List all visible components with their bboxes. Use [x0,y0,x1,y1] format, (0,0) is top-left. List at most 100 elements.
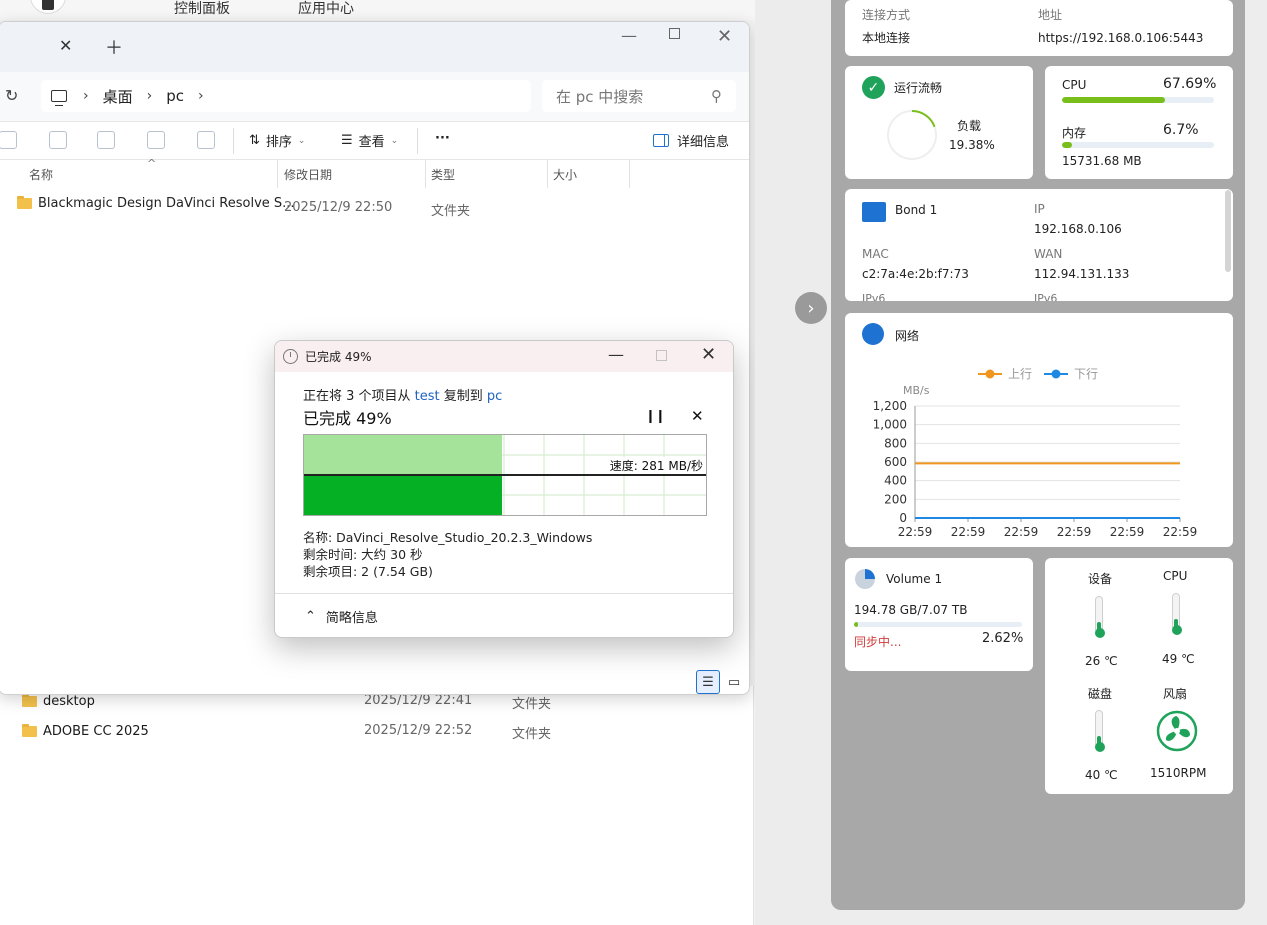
network-interface-icon [862,202,886,222]
destination-link[interactable]: pc [487,389,502,404]
chart-legend: 上行 下行 [978,367,1098,381]
search-input[interactable]: 在 pc 中搜索 ⚲ [542,80,736,112]
thermometer-icon [1172,593,1182,635]
address-bar[interactable]: › 桌面 › pc › [41,80,531,112]
x-tick-label: 22:59 [1057,525,1092,539]
volume-name: Volume 1 [886,572,943,586]
copy-progress-dialog: 已完成 49% — ✕ 正在将 3 个项目从 test 复制到 pc 已完成 4… [274,340,734,638]
list-item[interactable]: ADOBE CC 2025 [22,719,149,743]
column-divider[interactable] [425,160,426,188]
legend-marker [1051,369,1061,379]
maximize-icon[interactable] [669,28,680,39]
toolbar-divider [233,128,234,154]
maximize-icon [656,350,667,361]
volume-usage: 194.78 GB/7.07 TB [854,603,968,617]
view-button[interactable]: ☰ 查看 ⌄ [341,131,398,150]
chart-grid [914,405,1180,519]
tiles-view-icon[interactable]: ▭ [722,670,746,694]
chevron-down-icon: ⌄ [390,135,399,146]
control-panel-link[interactable]: 控制面板 [174,0,230,18]
column-divider[interactable] [629,160,630,188]
minimize-icon[interactable]: — [608,345,624,364]
connection-method-label: 连接方式 [862,8,911,22]
rename-icon[interactable] [97,131,115,149]
close-tab-icon[interactable]: ✕ [59,36,72,55]
close-window-icon[interactable]: ✕ [717,26,732,47]
chevron-right-icon: › [83,88,89,104]
address-value[interactable]: https://192.168.0.106:5443 [1038,31,1203,45]
legend-label: 上行 [1008,367,1032,381]
explorer-navbar: ↻ › 桌面 › pc › 在 pc 中搜索 ⚲ [0,72,749,122]
chart-series [915,462,1180,519]
column-header-size[interactable]: 大小 [553,160,577,188]
legend-label: 下行 [1074,367,1098,381]
background-file-list: desktop 2025/12/9 22:41 文件夹 ADOBE CC 202… [0,686,754,925]
column-header-date[interactable]: 修改日期 [284,160,332,188]
details-pane-icon [653,134,669,147]
column-header-type[interactable]: 类型 [431,160,455,188]
status-label: 运行流畅 [894,81,943,95]
x-tick-label: 22:59 [1004,525,1039,539]
more-options-button[interactable]: ··· [435,131,450,146]
connection-method-value: 本地连接 [862,31,911,45]
ipv6-label: IPv6 [862,292,886,301]
view-label: 查看 [358,135,385,150]
file-type: 文件夹 [512,727,552,742]
refresh-icon[interactable]: ↻ [5,86,18,105]
cpu-value: 67.69% [1163,76,1217,92]
fan-speed: 1510RPM [1150,766,1207,780]
x-ticks: 22:59 22:59 22:59 22:59 22:59 22:59 [898,518,1197,539]
new-tab-icon[interactable]: ＋ [105,34,123,60]
less-details-button[interactable]: ⌃ 简略信息 [275,593,733,637]
fan-icon [1156,710,1198,752]
cpu-temp: 49 ℃ [1162,652,1195,666]
share-icon[interactable] [147,131,165,149]
file-date: 2025/12/9 22:50 [284,200,393,215]
legend-marker [985,369,995,379]
memory-total: 15731.68 MB [1062,154,1142,168]
status-card: ✓ 运行流畅 负载 19.38% [845,66,1033,179]
gutter [755,0,830,925]
chevron-down-icon: ⌄ [297,135,306,146]
search-icon: ⚲ [711,87,722,105]
details-view-icon[interactable]: ☰ [696,670,720,694]
clock-icon [283,349,298,364]
scrollbar[interactable] [1225,190,1231,272]
sort-button[interactable]: ⇅ 排序 ⌄ [249,131,305,150]
breadcrumb-pc[interactable]: pc [166,87,184,105]
computer-icon [51,90,67,106]
details-label: 详细信息 [677,135,730,150]
column-header-name[interactable]: 名称 [29,160,53,188]
file-type: 文件夹 [431,204,471,219]
pause-icon[interactable]: ❙❙ [645,409,666,424]
y-tick-label: 400 [884,474,907,488]
delete-icon[interactable] [197,131,215,149]
chevron-right-icon: › [198,88,204,104]
cancel-copy-icon[interactable]: ✕ [691,407,704,425]
chevron-right-icon[interactable]: › [795,292,827,324]
column-divider[interactable] [547,160,548,188]
volume-bar [854,622,1022,627]
memory-bar [1062,142,1214,148]
items-remaining-line: 剩余项目: 2 (7.54 GB) [303,564,433,579]
table-row[interactable]: Blackmagic Design DaVinci Resolve S... [17,196,295,211]
breadcrumb-desktop[interactable]: 桌面 [103,86,133,107]
file-name: Blackmagic Design DaVinci Resolve S... [38,196,295,211]
app-center-link[interactable]: 应用中心 [298,0,354,18]
paste-icon[interactable] [49,131,67,149]
source-link[interactable]: test [415,389,440,404]
ip-value: 192.168.0.106 [1034,222,1122,236]
memory-value: 6.7% [1163,122,1199,138]
fan-label: 风扇 [1163,687,1188,701]
pie-chart-icon [855,569,875,589]
folder-icon [17,196,32,209]
file-name: desktop [43,693,95,709]
load-ring [887,110,937,160]
close-icon[interactable]: ✕ [701,344,716,365]
details-button[interactable]: 详细信息 [653,131,729,150]
file-type: 文件夹 [512,697,552,712]
copy-icon[interactable] [0,131,17,149]
minimize-icon[interactable]: — [621,26,637,45]
column-divider[interactable] [277,160,278,188]
volume-percent: 2.62% [982,631,1024,646]
